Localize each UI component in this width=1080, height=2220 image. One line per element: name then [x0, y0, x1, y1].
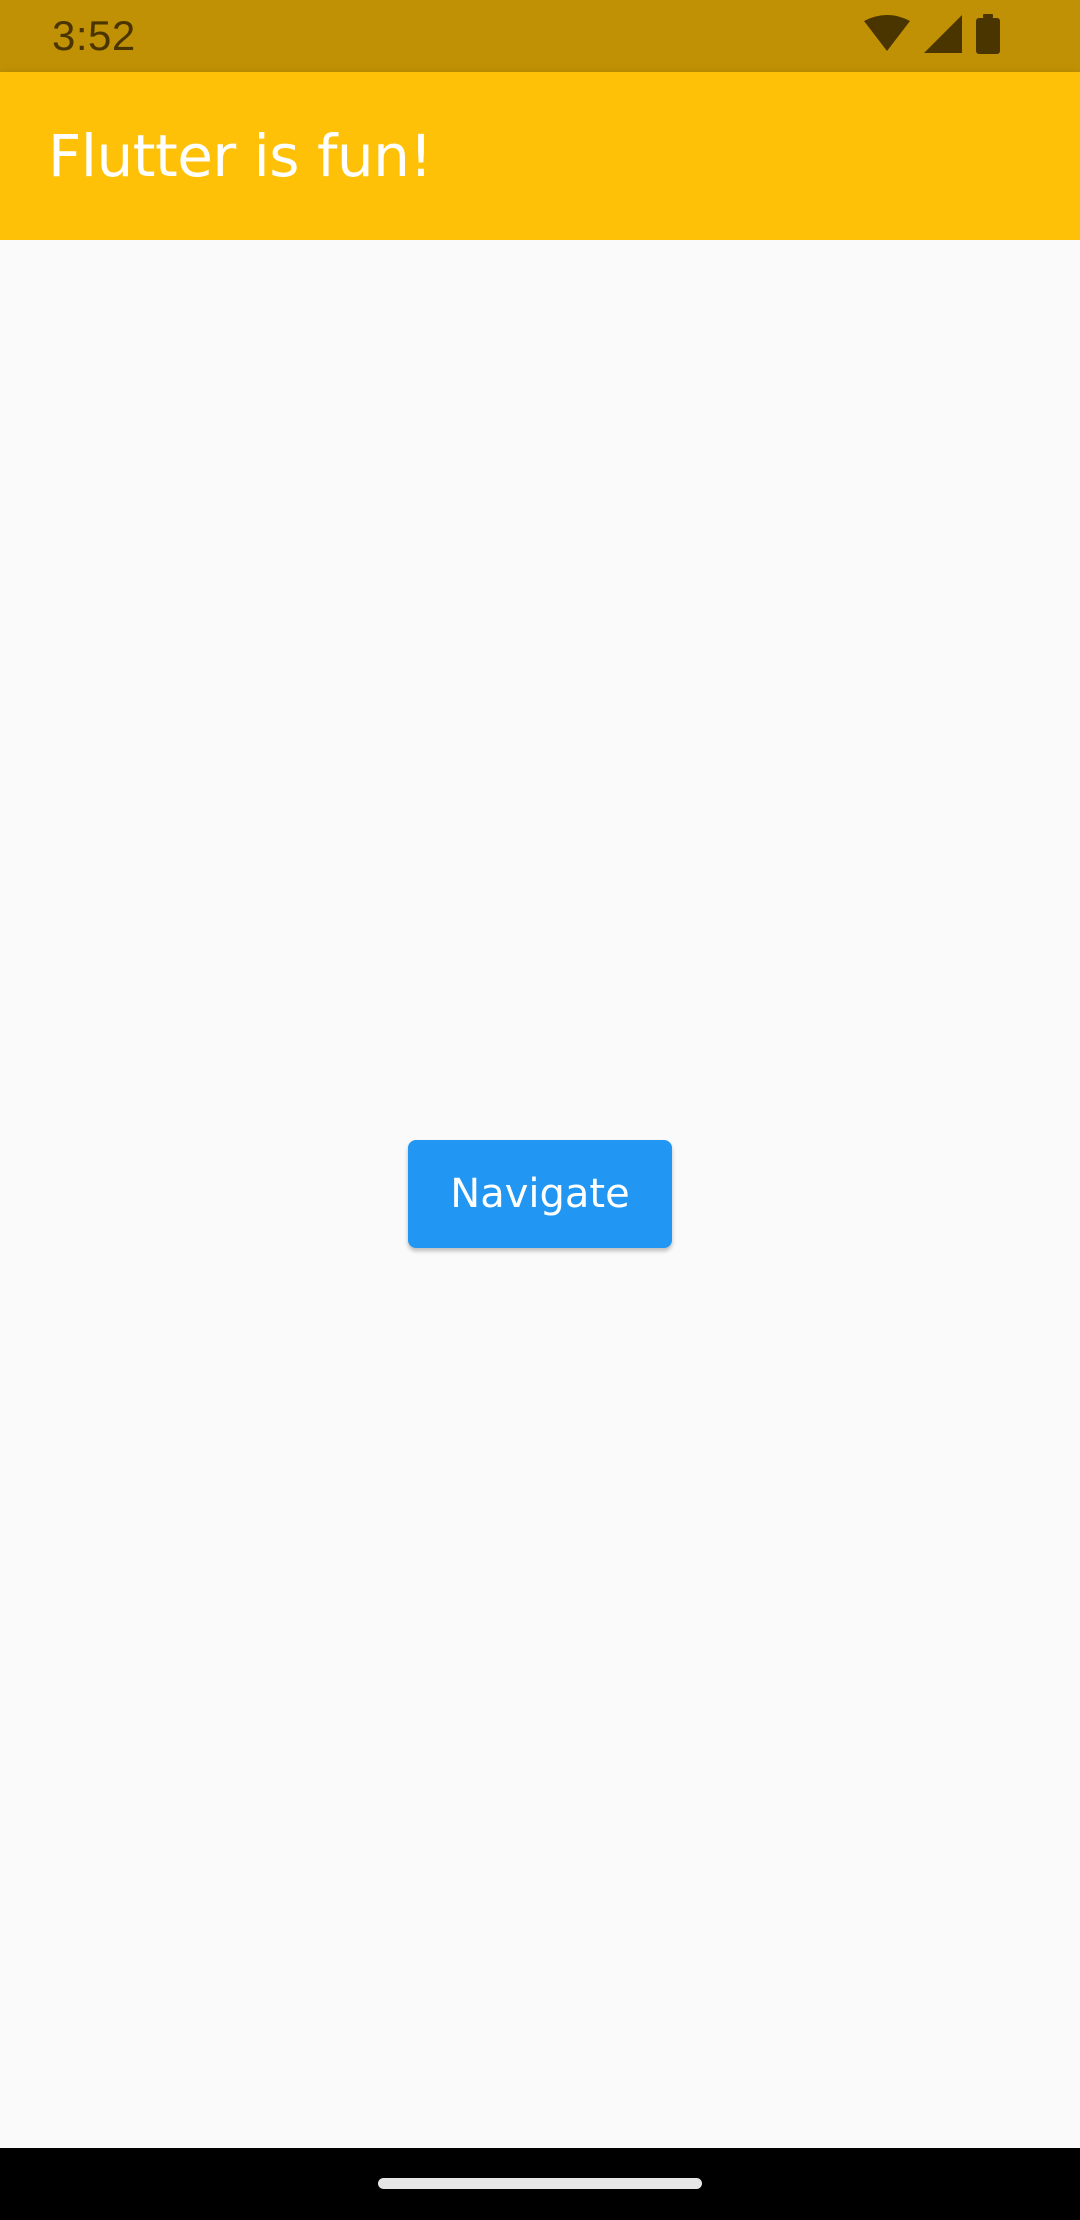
navigate-button[interactable]: Navigate	[408, 1140, 672, 1248]
status-icons	[864, 13, 1000, 59]
system-navigation-bar	[0, 2148, 1080, 2220]
app-bar: Flutter is fun!	[0, 72, 1080, 240]
status-bar: 3:52	[0, 0, 1080, 72]
main-content: Navigate	[0, 240, 1080, 2148]
battery-icon	[976, 13, 1000, 59]
signal-icon	[924, 14, 962, 58]
status-time: 3:52	[52, 12, 136, 59]
wifi-icon	[864, 14, 910, 58]
home-gesture-handle[interactable]	[378, 2178, 702, 2189]
page-title: Flutter is fun!	[48, 122, 433, 190]
